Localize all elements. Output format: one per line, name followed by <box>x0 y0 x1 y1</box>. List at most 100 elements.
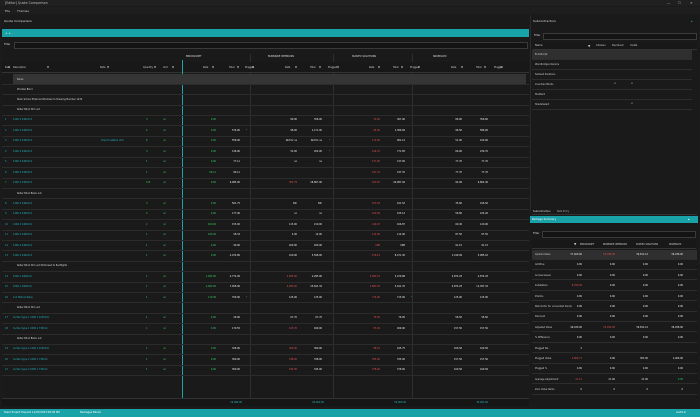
cell-r1[interactable]: 0.00 <box>211 327 216 330</box>
cell-r1[interactable]: 0.00 <box>211 358 216 361</box>
cell-r3[interactable]: 335.00 <box>372 358 380 361</box>
cell-t1[interactable]: 90.90 <box>233 244 240 247</box>
filter-icon[interactable]: ▼ <box>588 44 590 48</box>
column-header[interactable]: Description <box>13 66 26 69</box>
item-description[interactable]: 1500 x 2400mm <box>13 275 32 278</box>
column-header[interactable]: Quantity <box>143 66 153 69</box>
cell-r3[interactable]: 1,680.35 <box>370 285 380 288</box>
cell-t1[interactable]: 136.00 <box>232 150 240 153</box>
item-description[interactable]: 1200 X 2400mm <box>13 129 32 132</box>
filter-icon[interactable]: ▼ <box>107 66 109 69</box>
cell-p2[interactable]: * <box>329 150 330 153</box>
cell-t3[interactable]: 166.87 <box>397 223 405 226</box>
item-number[interactable]: 3 <box>5 139 6 142</box>
item-number[interactable]: 6 <box>5 171 6 174</box>
cell-t3[interactable]: 20,987.92 <box>393 181 405 184</box>
sub-col-invite[interactable]: Invite <box>630 44 637 47</box>
item-unit[interactable]: no <box>163 171 166 174</box>
item-quantity[interactable]: 1 <box>146 254 147 257</box>
cell-t1[interactable]: 80.11 <box>233 171 240 174</box>
item-description[interactable]: Curtain type 2 1500 x 730mm <box>13 368 48 371</box>
cell-t4[interactable]: 106.50 <box>480 202 488 205</box>
summary-row[interactable]: Additive 0.00 0.00 0.00 0.00 <box>532 260 697 271</box>
item-description[interactable]: 1x1 Motors Relay <box>13 296 33 299</box>
cell-r2[interactable]: 89.00 <box>290 118 297 121</box>
menu-file[interactable]: File <box>5 9 10 13</box>
minimize-button[interactable]: — <box>667 1 670 5</box>
cell-r2[interactable]: 338.00 <box>289 358 297 361</box>
item-unit[interactable]: no <box>163 285 166 288</box>
cell-t3[interactable]: UNP <box>400 244 405 247</box>
summary-row[interactable]: Prelims 0.00 0.00 0.00 0.00 <box>532 292 697 302</box>
item-unit[interactable]: no <box>163 327 166 330</box>
cell-t3[interactable]: 8,471.30 <box>395 254 405 257</box>
subcontractor-name[interactable]: ShutterX <box>535 93 545 96</box>
cell-r2[interactable]: 52.00 <box>290 150 297 153</box>
item-quantity[interactable]: 1 <box>146 285 147 288</box>
cell-t2[interactable]: 345.00 <box>314 368 322 371</box>
group-row-label[interactable]: Roller Blind Black out <box>17 192 41 195</box>
cell-t3[interactable]: 409.00 <box>397 327 405 330</box>
cell-r3[interactable]: 144.97 <box>372 150 380 153</box>
cell-t4[interactable]: 77.70 <box>481 171 488 174</box>
item-number[interactable]: 4 <box>5 150 6 153</box>
item-number[interactable]: 18 <box>5 327 8 330</box>
cell-r3[interactable]: 88.15 <box>373 347 380 350</box>
cell-t2[interactable]: 409.00 <box>314 327 322 330</box>
cell-t1[interactable]: 177.90 <box>232 212 240 215</box>
item-unit[interactable]: no <box>163 129 166 132</box>
filter-icon[interactable]: ▼ <box>461 66 463 69</box>
item-quantity[interactable]: 8 <box>146 139 147 142</box>
item-description[interactable]: 1200 X 2400mm <box>13 254 32 257</box>
cell-t2[interactable]: 125.00 <box>314 296 322 299</box>
cell-r4[interactable]: 56.50 <box>455 316 462 319</box>
group-row-label[interactable]: Window Blind <box>17 88 33 91</box>
cell-t4[interactable]: 157.50 <box>480 358 488 361</box>
item-number[interactable]: 17 <box>5 316 8 319</box>
group-row-label[interactable]: Roller Blind Dim out <box>17 306 40 309</box>
cell-t3[interactable]: 715.00 <box>397 296 405 299</box>
item-quantity[interactable]: 3 <box>146 150 147 153</box>
cell-t4[interactable]: 157.50 <box>480 327 488 330</box>
cell-t3[interactable]: 1,389.84 <box>395 129 405 132</box>
cell-r4[interactable]: 96.50 <box>455 129 462 132</box>
cell-r3[interactable]: 197.70 <box>372 171 380 174</box>
cell-t4[interactable]: 56.50 <box>481 316 488 319</box>
cell-r3[interactable]: 715.00 <box>372 296 380 299</box>
cell-r2[interactable]: 415.35 <box>289 327 297 330</box>
cell-t2[interactable]: 2,285.00 <box>312 275 322 278</box>
cell-t4[interactable]: 125.00 <box>480 296 488 299</box>
sum-col-2[interactable]: BURNSIDE INTERIORS <box>603 243 627 246</box>
item-number[interactable]: 12 <box>5 244 8 247</box>
cell-t3[interactable]: 367.90 <box>397 118 405 121</box>
item-number[interactable]: 2 <box>5 129 6 132</box>
cell-t4[interactable]: 420.00 <box>480 139 488 142</box>
cell-r3[interactable]: 76.95 <box>373 316 380 319</box>
sum-filter-input[interactable] <box>542 231 696 238</box>
cell-t4[interactable]: 9,862.40 <box>478 181 488 184</box>
summary-row[interactable]: Risk factor for uncounted blinds 0.00 0.00… <box>532 302 697 312</box>
cell-r2[interactable]: 5,485.00 <box>287 285 297 288</box>
cell-r1[interactable]: 2,000.00 <box>206 285 216 288</box>
item-quantity[interactable]: 1 <box>146 244 147 247</box>
cell-t1[interactable]: 155.00 <box>232 223 240 226</box>
cell-r4[interactable]: 1,199.99 <box>452 254 462 257</box>
filter-icon[interactable]: ▼ <box>500 66 502 69</box>
cell-r1[interactable]: 0.00 <box>211 181 216 184</box>
cell-p2[interactable]: * <box>329 139 330 142</box>
cell-t2[interactable]: 360.00 <box>314 347 322 350</box>
item-description[interactable]: Curtain type 1 1500 x 730mm <box>13 327 48 330</box>
filter-icon[interactable]: ▼ <box>47 66 49 69</box>
cell-t1[interactable]: 2,074.80 <box>230 254 240 257</box>
cell-r4[interactable]: 87.50 <box>455 233 462 236</box>
cell-t3[interactable]: 76.95 <box>398 316 405 319</box>
summary-row[interactable]: % Difference 0.00 0.00 0.00 0.00 <box>532 333 697 343</box>
item-description[interactable]: Curtain type 1 1200 x 1030mm <box>13 316 49 319</box>
summary-row[interactable]: Average Adjustment 21.12 21.00 21.00 0.00 <box>532 375 697 385</box>
subcontractor-row[interactable]: ShadeSelect ✕ <box>532 100 692 110</box>
item-description[interactable]: Curtain type 2 1200 x 1030mm <box>13 347 49 350</box>
item-note[interactable]: Client Installed Unit <box>101 139 124 142</box>
item-description[interactable]: 1200 X 2400mm <box>13 244 32 247</box>
item-description[interactable]: 1200 X 2400mm <box>13 171 32 174</box>
cell-r4[interactable]: 35.60 <box>455 202 462 205</box>
